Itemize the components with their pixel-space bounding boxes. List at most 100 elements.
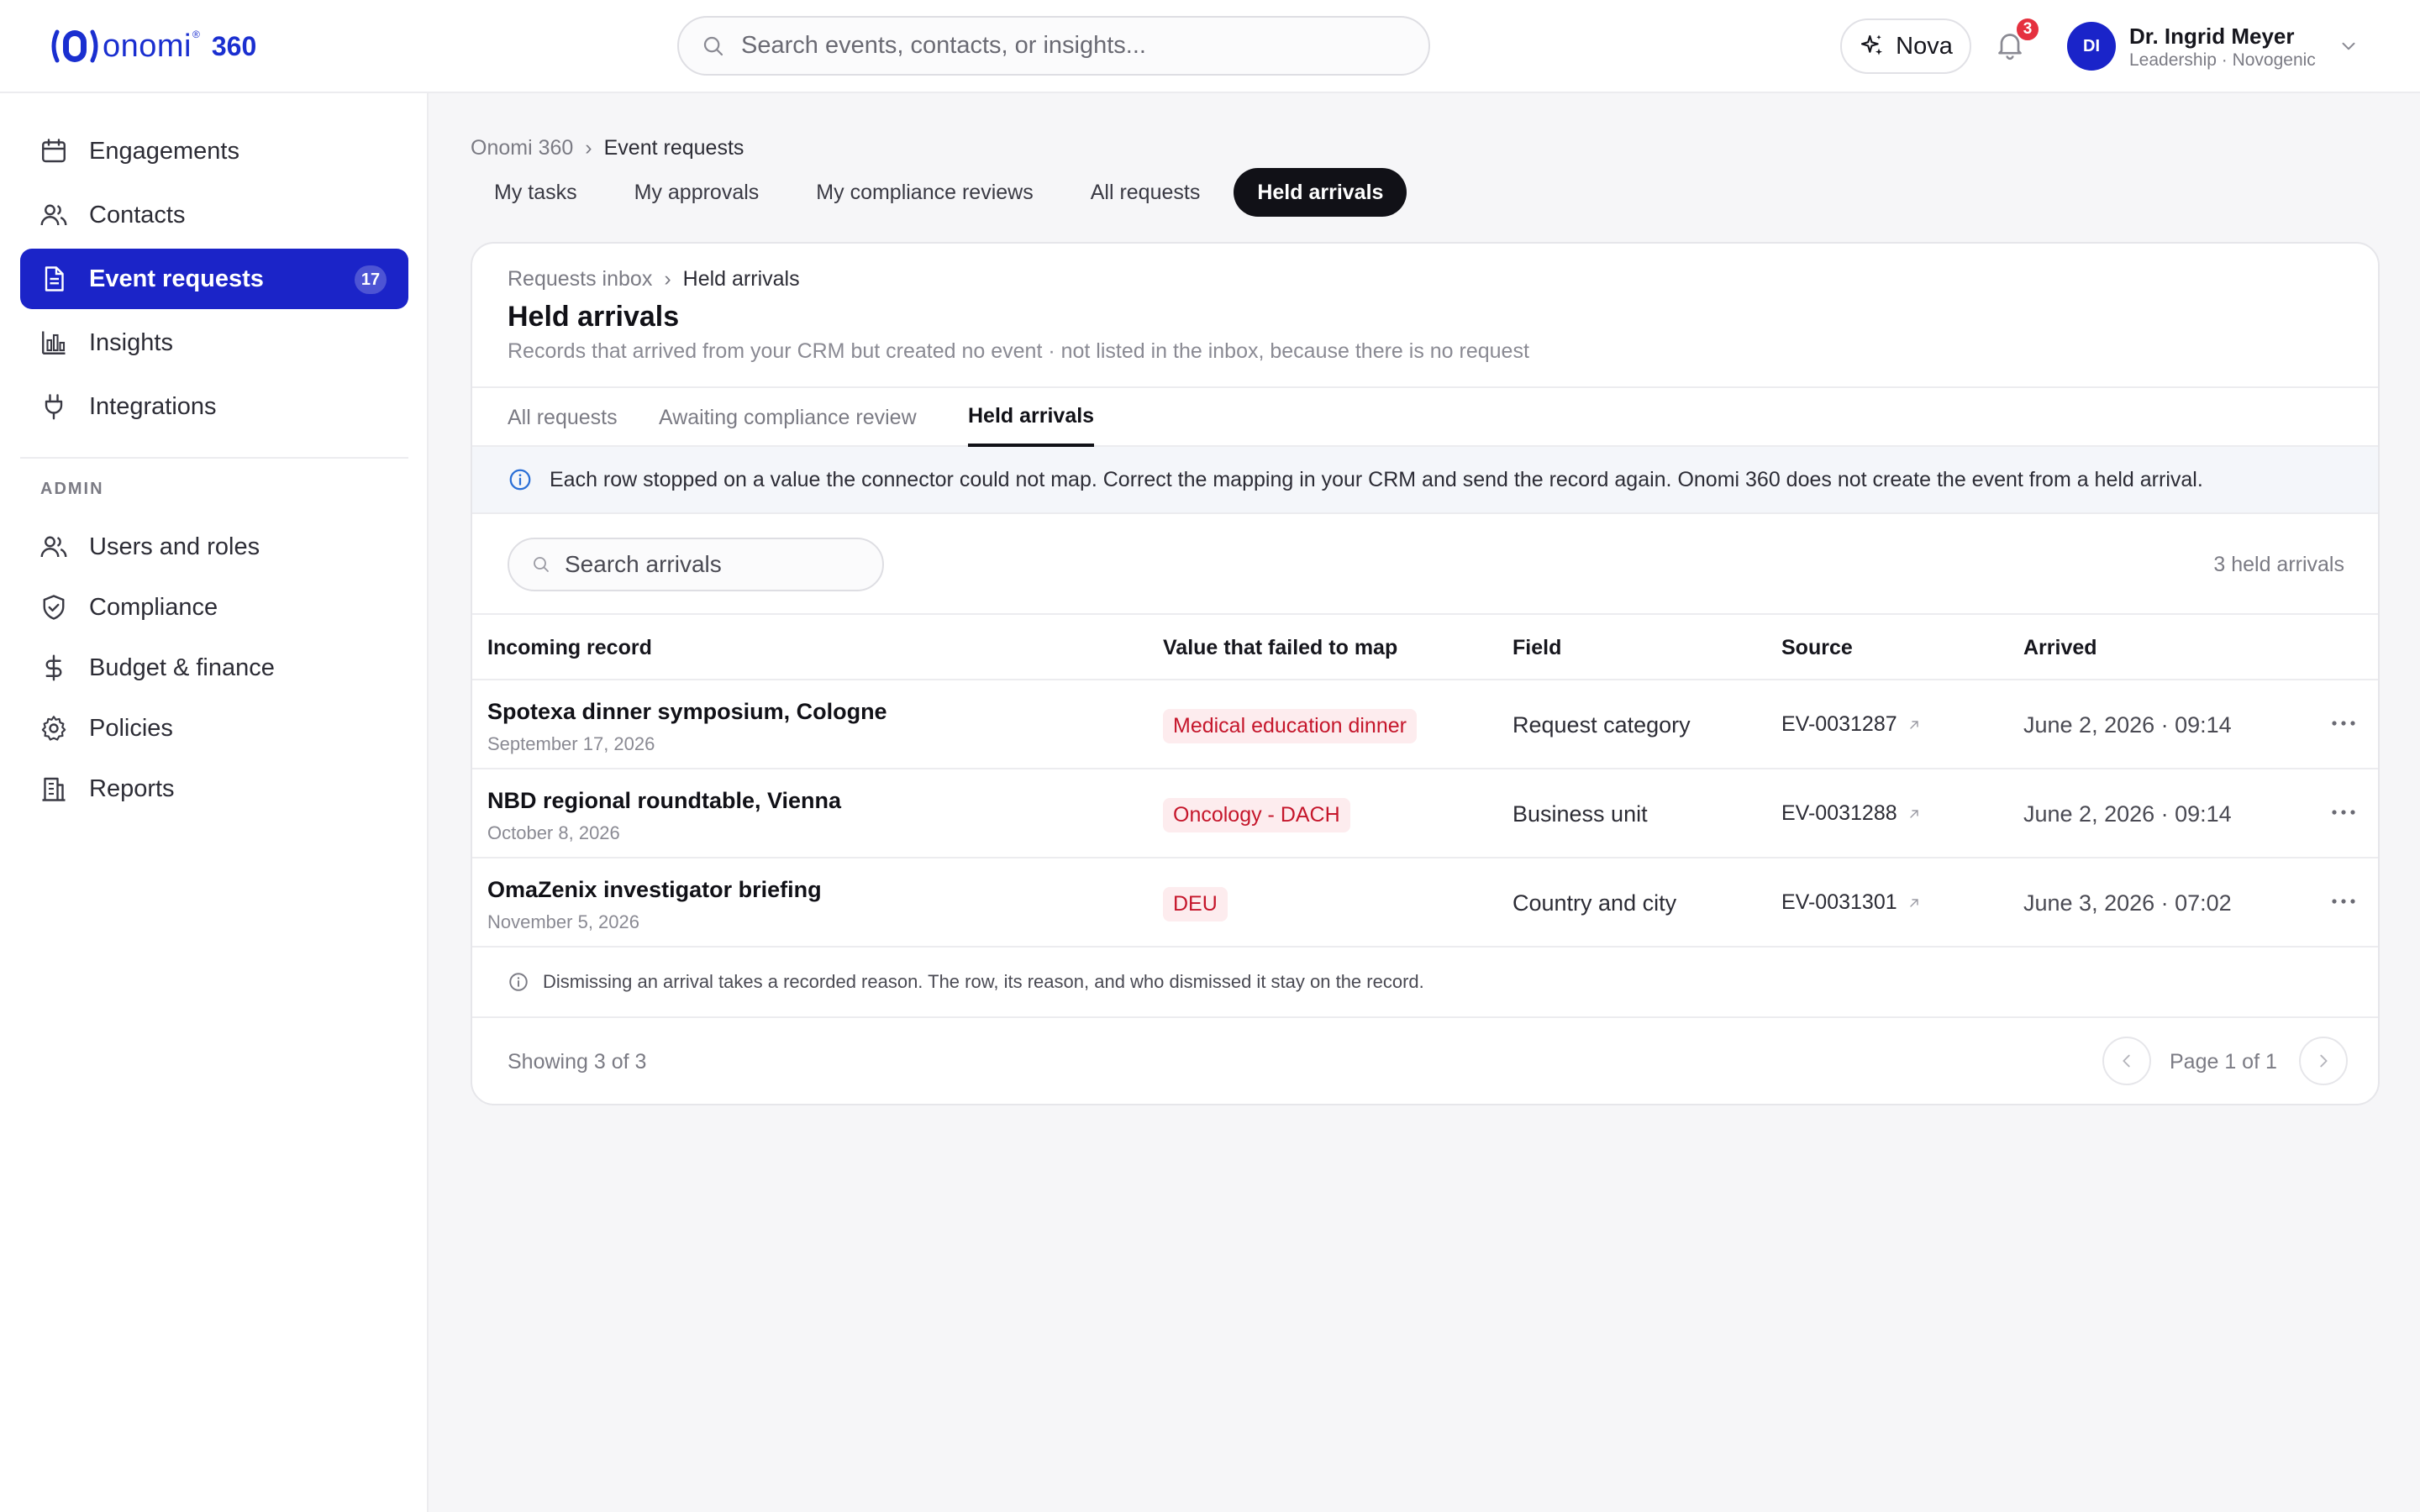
failed-value-cell: Oncology - DACH [1163, 798, 1350, 832]
column-header-source[interactable]: Source [1781, 615, 1853, 680]
sidebar-item-reports[interactable]: Reports [20, 759, 408, 819]
sidebar-item-label: Budget & finance [89, 654, 275, 681]
sidebar-item-contacts[interactable]: Contacts [20, 185, 408, 245]
tab-held-arrivals[interactable]: Held arrivals [1234, 168, 1407, 217]
failed-value-badge: DEU [1163, 887, 1228, 921]
column-header-failed-value[interactable]: Value that failed to map [1163, 615, 1397, 680]
info-banner-text: Each row stopped on a value the connecto… [550, 467, 2203, 491]
more-horizontal-icon [2332, 899, 2355, 904]
arrivals-search-input[interactable] [565, 551, 867, 578]
tab-inbox-awaiting-compliance-review[interactable]: Awaiting compliance review [659, 388, 917, 447]
table-row[interactable]: OmaZenix investigator briefing November … [472, 858, 2378, 948]
page-subtitle: Records that arrived from your CRM but c… [508, 339, 1529, 363]
sidebar-item-policies[interactable]: Policies [20, 698, 408, 759]
dollar-icon [45, 654, 62, 681]
dismissal-note-text: Dismissing an arrival takes a recorded r… [543, 971, 1424, 992]
bar-chart-icon [42, 331, 66, 354]
failed-value-cell: Medical education dinner [1163, 709, 1417, 743]
previous-page-button[interactable] [2102, 1037, 2151, 1085]
top-header: onomi ® 360 Nova 3 DI Dr. Ingrid Meyer L… [0, 0, 2420, 93]
table-row[interactable]: NBD regional roundtable, Vienna October … [472, 769, 2378, 858]
table-header: Incoming record Value that failed to map… [472, 613, 2378, 680]
breadcrumb-current: Event requests [603, 136, 744, 160]
field-cell: Country and city [1512, 890, 1677, 916]
global-search-input[interactable] [741, 32, 1397, 60]
incoming-record-cell: Spotexa dinner symposium, Cologne Septem… [487, 699, 887, 755]
record-event-date: October 8, 2026 [487, 822, 620, 843]
nova-label: Nova [1896, 32, 1953, 60]
showing-count: Showing 3 of 3 [508, 1050, 647, 1074]
chevron-left-icon [2123, 1054, 2130, 1068]
field-cell: Business unit [1512, 801, 1648, 827]
card-breadcrumb: Requests inbox › Held arrivals [508, 267, 800, 291]
notification-count-badge: 3 [2015, 17, 2040, 42]
source-id-link[interactable]: EV-0031301 [1781, 890, 1897, 915]
document-icon [45, 266, 64, 291]
record-title[interactable]: OmaZenix investigator briefing [487, 877, 822, 903]
app-logo[interactable]: onomi ® 360 [49, 24, 256, 69]
card-breadcrumb-root[interactable]: Requests inbox [508, 267, 652, 291]
page-label: Page 1 of 1 [2170, 1050, 2277, 1074]
tab-all-requests[interactable]: All requests [1067, 168, 1224, 217]
next-page-button[interactable] [2299, 1037, 2348, 1085]
arrived-cell: June 3, 2026 · 07:02 [2023, 890, 2232, 916]
column-header-arrived[interactable]: Arrived [2023, 615, 2097, 680]
row-actions-menu[interactable] [2331, 808, 2356, 816]
sparkle-icon [1861, 34, 1883, 55]
failed-value-badge: Medical education dinner [1163, 709, 1417, 743]
nova-assistant-button[interactable]: Nova [1840, 18, 1971, 74]
breadcrumb: Onomi 360 › Event requests [471, 136, 744, 160]
source-id-link[interactable]: EV-0031287 [1781, 712, 1897, 737]
breadcrumb-root[interactable]: Onomi 360 [471, 136, 573, 160]
sidebar-item-label: Policies [89, 714, 173, 742]
tab-my-approvals[interactable]: My approvals [611, 168, 783, 217]
sidebar-item-event-requests[interactable]: Event requests 17 [20, 249, 408, 309]
row-actions-menu[interactable] [2331, 719, 2356, 727]
more-horizontal-icon [2332, 810, 2355, 815]
column-header-incoming-record[interactable]: Incoming record [487, 615, 652, 680]
sidebar-item-budget-finance[interactable]: Budget & finance [20, 638, 408, 698]
record-event-date: November 5, 2026 [487, 911, 639, 932]
external-link-icon [1909, 720, 1918, 729]
sidebar-item-engagements[interactable]: Engagements [20, 121, 408, 181]
chevron-down-icon[interactable] [2338, 35, 2360, 57]
user-avatar[interactable]: DI [2067, 22, 2116, 71]
table-row[interactable]: Spotexa dinner symposium, Cologne Septem… [472, 680, 2378, 769]
source-cell[interactable]: EV-0031287 [1781, 712, 1921, 737]
row-actions-menu[interactable] [2331, 897, 2356, 906]
logo-registered-mark: ® [192, 29, 200, 40]
chevron-right-icon [2320, 1054, 2328, 1068]
info-banner: Each row stopped on a value the connecto… [472, 447, 2378, 514]
tab-inbox-all-requests[interactable]: All requests [508, 388, 618, 447]
card-breadcrumb-current: Held arrivals [682, 267, 800, 291]
global-search[interactable] [677, 16, 1430, 76]
user-name: Dr. Ingrid Meyer [2129, 24, 2295, 49]
tab-inbox-held-arrivals[interactable]: Held arrivals [968, 388, 1095, 447]
external-link-icon [1909, 898, 1918, 907]
external-link-icon [1909, 809, 1918, 818]
sidebar-item-label: Engagements [89, 137, 239, 165]
column-header-field[interactable]: Field [1512, 615, 1561, 680]
record-title[interactable]: Spotexa dinner symposium, Cologne [487, 699, 887, 725]
sidebar: Engagements Contacts Event requests 17 I… [0, 93, 429, 1512]
calendar-icon [42, 139, 66, 163]
users-icon [40, 204, 67, 226]
record-event-date: September 17, 2026 [487, 733, 655, 754]
sidebar-item-compliance[interactable]: Compliance [20, 577, 408, 638]
failed-value-badge: Oncology - DACH [1163, 798, 1350, 832]
incoming-record-cell: OmaZenix investigator briefing November … [487, 877, 822, 933]
sidebar-item-insights[interactable]: Insights [20, 312, 408, 373]
sidebar-item-integrations[interactable]: Integrations [20, 376, 408, 437]
sidebar-item-label: Insights [89, 328, 173, 356]
tab-my-tasks[interactable]: My tasks [471, 168, 601, 217]
source-cell[interactable]: EV-0031301 [1781, 890, 1921, 915]
sidebar-item-label: Reports [89, 774, 175, 802]
arrivals-search[interactable] [508, 538, 884, 591]
sidebar-item-users-and-roles[interactable]: Users and roles [20, 517, 408, 577]
field-cell: Request category [1512, 712, 1691, 738]
record-title[interactable]: NBD regional roundtable, Vienna [487, 788, 841, 814]
source-cell[interactable]: EV-0031288 [1781, 801, 1921, 826]
inbox-tabs: All requests Awaiting compliance review … [472, 386, 2378, 447]
source-id-link[interactable]: EV-0031288 [1781, 801, 1897, 826]
tab-my-compliance-reviews[interactable]: My compliance reviews [792, 168, 1056, 217]
